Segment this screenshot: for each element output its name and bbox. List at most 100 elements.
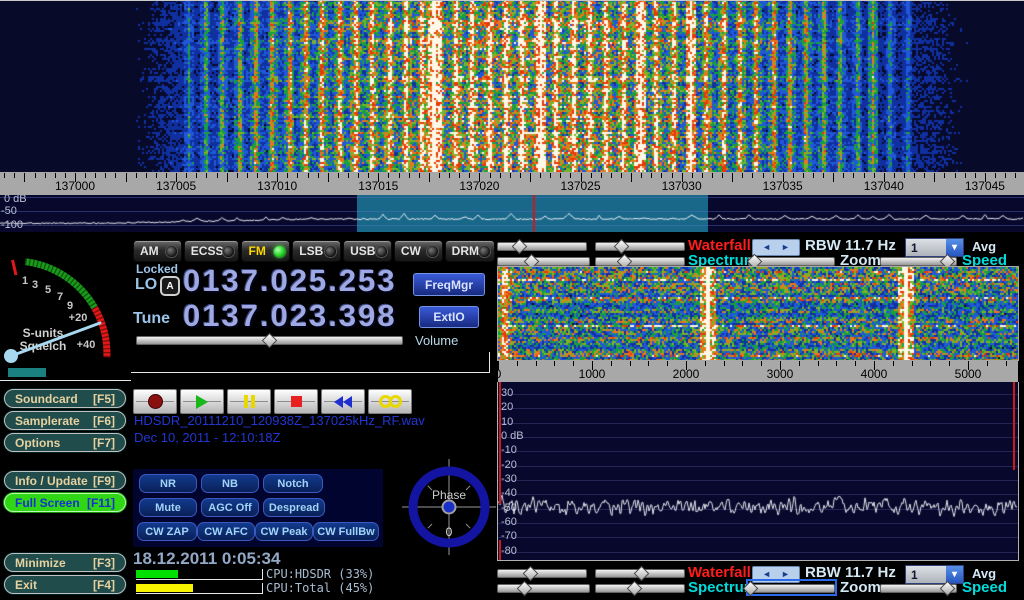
mode-button-drm[interactable]: DRM [445, 240, 495, 262]
bottom-spectrum-brightness-slider-thumb[interactable] [517, 581, 533, 597]
extio-button[interactable]: ExtIO [419, 306, 479, 328]
mode-button-label: ECSS [191, 244, 224, 258]
mode-led-icon [274, 246, 285, 257]
top-waterfall-brightness-slider[interactable] [497, 239, 587, 252]
top-rbw-increase-arrow-icon[interactable]: ► [781, 243, 790, 252]
dsp-button-label: Notch [277, 478, 308, 490]
play-button[interactable] [180, 389, 224, 414]
main-scale-label-137000: 137000 [55, 179, 95, 193]
cpu-hdsdr-fill [136, 570, 178, 578]
system-button-label: Minimize [15, 556, 66, 570]
system-button-key: [F6] [93, 414, 115, 428]
zoom-waterfall-display[interactable] [498, 267, 1018, 360]
system-button-samplerate[interactable]: Samplerate[F6] [4, 411, 126, 430]
center-separator-line [131, 372, 490, 373]
smeter-tick-plus20: +20 [69, 312, 88, 324]
main-scale-label-137035: 137035 [763, 179, 803, 193]
dsp-button-cw-afc[interactable]: CW AFC [197, 522, 255, 541]
mode-led-icon [376, 246, 387, 257]
top-waterfall-brightness-slider-track [497, 242, 587, 251]
bottom-waterfall-brightness-slider-track [497, 569, 587, 578]
main-spectrum-display[interactable]: 0 dB-50-100 [0, 195, 1024, 232]
play-icon [196, 395, 208, 409]
smeter-tick-3: 3 [32, 279, 38, 291]
bottom-zoom-slider[interactable] [748, 581, 835, 594]
rewind-button[interactable] [321, 389, 365, 414]
mode-button-fm[interactable]: FM [241, 240, 290, 262]
bottom-spectrum-contrast-slider-thumb[interactable] [626, 581, 642, 597]
volume-slider-thumb[interactable] [261, 333, 277, 349]
bottom-speed-slider-thumb[interactable] [939, 581, 955, 597]
tune-frequency-display[interactable]: 0137.023.398 [183, 298, 397, 334]
display-controls-bottom: Waterfall◄►RBW 11.7 Hz1▾AvgSpectrumZoomS… [495, 565, 1024, 595]
tune-frequency-marker [533, 195, 535, 232]
squelch-marker[interactable] [13, 260, 17, 275]
system-button-label: Soundcard [15, 392, 78, 406]
system-button-exit[interactable]: Exit[F4] [4, 575, 126, 594]
bottom-waterfall-contrast-slider[interactable] [595, 566, 685, 579]
dsp-button-cw-peak[interactable]: CW Peak [255, 522, 313, 541]
auto-lo-badge[interactable]: A [160, 276, 180, 296]
pause-button[interactable] [227, 389, 271, 414]
top-spectrum-contrast-slider-track [595, 257, 685, 266]
record-icon [148, 394, 163, 409]
main-scale-label-137025: 137025 [560, 179, 600, 193]
bottom-speed-slider[interactable] [880, 581, 957, 594]
top-waterfall-brightness-slider-thumb[interactable] [511, 239, 527, 255]
smeter-needle-pivot [4, 349, 18, 363]
mode-button-lsb[interactable]: LSB [292, 240, 341, 262]
phase-center-knob[interactable] [443, 501, 456, 514]
main-waterfall-display[interactable] [0, 0, 1024, 172]
recorder-button-row [133, 389, 412, 414]
system-button-info-update[interactable]: Info / Update[F9] [4, 471, 126, 490]
mode-led-icon [427, 246, 438, 257]
loop-button[interactable] [368, 389, 412, 414]
mode-button-ecss[interactable]: ECSS [184, 240, 240, 262]
system-button-minimize[interactable]: Minimize[F3] [4, 553, 126, 572]
phase-dial[interactable]: Phase 0 [402, 457, 496, 557]
bottom-spectrum-brightness-slider[interactable] [497, 581, 590, 594]
mode-button-am[interactable]: AM [133, 240, 182, 262]
dsp-button-notch[interactable]: Notch [263, 474, 323, 493]
dsp-button-nr[interactable]: NR [139, 474, 197, 493]
zoom-frequency-scale[interactable]: 010002000300040005000 [498, 360, 1018, 382]
system-button-options[interactable]: Options[F7] [4, 433, 126, 452]
record-button[interactable] [133, 389, 177, 414]
dsp-button-label: NB [222, 478, 238, 490]
mode-button-cw[interactable]: CW [394, 240, 443, 262]
dsp-button-nb[interactable]: NB [201, 474, 259, 493]
bottom-waterfall-brightness-slider-thumb[interactable] [523, 566, 539, 582]
squelch-level-bar[interactable] [8, 368, 46, 377]
dsp-button-cw-zap[interactable]: CW ZAP [137, 522, 197, 541]
freqmgr-button[interactable]: FreqMgr [413, 273, 485, 296]
zoom-spectrum-display[interactable]: 3020100 dB-10-20-30-40-50-60-70-80 [497, 382, 1019, 561]
dsp-button-label: CW ZAP [145, 526, 188, 538]
mode-button-label: CW [401, 244, 421, 258]
cpu-hdsdr-label: CPU:HDSDR (33%) [266, 567, 374, 581]
bottom-spectrum-brightness-slider-track [497, 584, 590, 593]
bottom-waterfall-contrast-slider-thumb[interactable] [634, 566, 650, 582]
mode-led-icon [325, 246, 336, 257]
top-waterfall-contrast-slider[interactable] [595, 239, 685, 252]
bottom-spectrum-contrast-slider[interactable] [595, 581, 685, 594]
bottom-rbw-decrease-arrow-icon[interactable]: ◄ [762, 570, 771, 579]
volume-slider[interactable] [136, 333, 403, 346]
dsp-button-despread[interactable]: Despread [263, 498, 325, 517]
lo-frequency-display[interactable]: 0137.025.253 [183, 263, 397, 299]
tune-label: Tune [133, 310, 170, 328]
dsp-button-cw-fullbw[interactable]: CW FullBw [313, 522, 379, 541]
s-meter: 1 3 5 7 9 +20 +40 S-units Squelch [0, 238, 130, 388]
dsp-button-mute[interactable]: Mute [139, 498, 197, 517]
bottom-waterfall-brightness-slider[interactable] [497, 566, 587, 579]
top-waterfall-contrast-slider-thumb[interactable] [614, 239, 630, 255]
stop-button[interactable] [274, 389, 318, 414]
bottom-rbw-increase-arrow-icon[interactable]: ► [781, 570, 790, 579]
main-frequency-scale[interactable]: 1370001370051370101370151370201370251370… [0, 172, 1024, 195]
top-rbw-decrease-arrow-icon[interactable]: ◄ [762, 243, 771, 252]
main-scale-label-137040: 137040 [864, 179, 904, 193]
bottom-zoom-slider-track [748, 584, 835, 593]
system-button-soundcard[interactable]: Soundcard[F5] [4, 389, 126, 408]
mode-button-usb[interactable]: USB [343, 240, 392, 262]
system-button-full-screen[interactable]: Full Screen[F11] [4, 493, 126, 512]
dsp-button-agc-off[interactable]: AGC Off [201, 498, 259, 517]
